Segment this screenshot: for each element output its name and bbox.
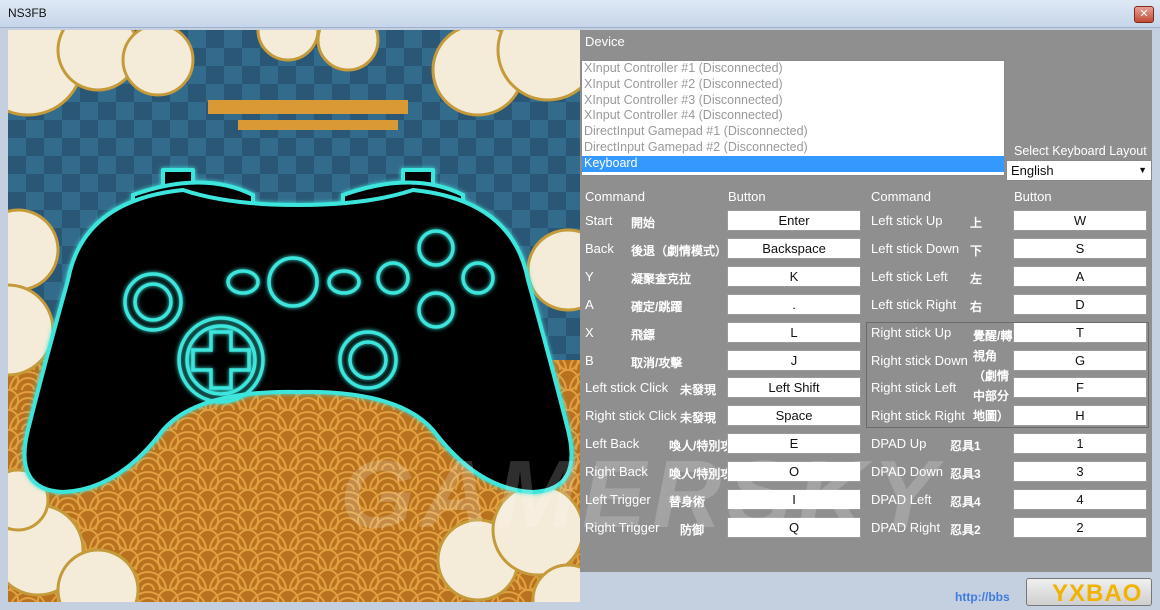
- command-description: 未發現: [680, 383, 717, 398]
- command-description: 飛鏢: [631, 327, 656, 342]
- command-description: 開始: [631, 216, 656, 230]
- command-label: Left stick Click: [585, 380, 669, 396]
- command-description: 忍具4: [950, 495, 981, 509]
- header-command-right: Command: [871, 189, 931, 204]
- command-label: B: [585, 352, 594, 368]
- command-description: 右: [970, 299, 983, 314]
- list-item[interactable]: DirectInput Gamepad #1 (Disconnected): [582, 124, 1004, 140]
- command-description: 未發現: [680, 411, 717, 426]
- list-item[interactable]: XInput Controller #4 (Disconnected): [582, 108, 1004, 124]
- key-binding-field[interactable]: J: [727, 349, 861, 371]
- key-binding-field[interactable]: 3: [1013, 461, 1147, 483]
- watermark-link: http://bbs: [955, 590, 1010, 604]
- command-description: 左: [970, 271, 983, 286]
- command-label: X: [585, 324, 594, 340]
- command-description: 確定/跳躍: [631, 299, 683, 314]
- list-item[interactable]: XInput Controller #3 (Disconnected): [582, 93, 1004, 109]
- device-label: Device: [585, 34, 625, 49]
- key-binding-field[interactable]: Enter: [727, 210, 861, 231]
- command-label: Left stick Down: [871, 240, 960, 256]
- key-binding-field[interactable]: W: [1013, 210, 1147, 231]
- device-list[interactable]: XInput Controller #1 (Disconnected) XInp…: [581, 60, 1005, 176]
- window-title: NS3FB: [8, 6, 47, 20]
- title-bar: NS3FB ✕: [0, 0, 1160, 28]
- key-binding-field[interactable]: D: [1013, 293, 1147, 315]
- command-label: Start: [585, 213, 613, 228]
- command-label: Back: [585, 240, 614, 256]
- command-description: 忍具1: [950, 439, 981, 454]
- command-description: 忍具3: [950, 467, 981, 482]
- key-binding-field[interactable]: 2: [1013, 516, 1147, 538]
- command-label: Left stick Up: [871, 213, 943, 228]
- command-label: Left stick Left: [871, 268, 948, 284]
- key-binding-field[interactable]: Space: [727, 405, 861, 427]
- header-button-left: Button: [728, 189, 766, 204]
- key-binding-field[interactable]: L: [727, 321, 861, 343]
- key-binding-field[interactable]: Backspace: [727, 237, 861, 259]
- key-binding-field[interactable]: Left Shift: [727, 377, 861, 399]
- command-description: 後退（劇情模式）: [631, 243, 728, 258]
- command-label: Y: [585, 268, 594, 284]
- key-binding-field[interactable]: 1: [1013, 433, 1147, 455]
- command-label: A: [585, 296, 594, 312]
- list-item[interactable]: XInput Controller #2 (Disconnected): [582, 77, 1004, 93]
- watermark-logo: YXBAO: [1052, 580, 1143, 607]
- command-description: 忍具2: [950, 522, 981, 537]
- key-binding-field[interactable]: A: [1013, 265, 1147, 287]
- command-description: 取消/攻擊: [631, 355, 683, 370]
- command-description: 凝聚查克拉: [631, 271, 692, 286]
- command-label: Left stick Right: [871, 296, 957, 312]
- keyboard-layout-value: English: [1011, 163, 1054, 178]
- command-description: 上: [970, 216, 983, 230]
- keyboard-layout-label: Select Keyboard Layout: [1014, 144, 1147, 158]
- watermark-text: GAMERSKY: [340, 441, 943, 548]
- command-label: Right stick Click: [585, 408, 677, 424]
- chevron-down-icon: ▼: [1138, 165, 1147, 175]
- list-item-selected[interactable]: Keyboard: [582, 155, 1004, 172]
- list-item[interactable]: XInput Controller #1 (Disconnected): [582, 61, 1004, 77]
- list-item[interactable]: DirectInput Gamepad #2 (Disconnected): [582, 140, 1004, 156]
- header-button-right: Button: [1014, 189, 1052, 204]
- key-binding-field[interactable]: .: [727, 293, 861, 315]
- key-binding-field[interactable]: 4: [1013, 489, 1147, 510]
- key-binding-field[interactable]: K: [727, 265, 861, 287]
- command-description: 下: [970, 243, 983, 258]
- key-binding-field[interactable]: S: [1013, 237, 1147, 259]
- keyboard-layout-select[interactable]: English ▼: [1006, 160, 1152, 181]
- close-icon[interactable]: ✕: [1134, 6, 1154, 23]
- header-command-left: Command: [585, 189, 645, 204]
- right-stick-description: 覺醒/轉視角（劇情中部分地圖）: [973, 329, 1013, 423]
